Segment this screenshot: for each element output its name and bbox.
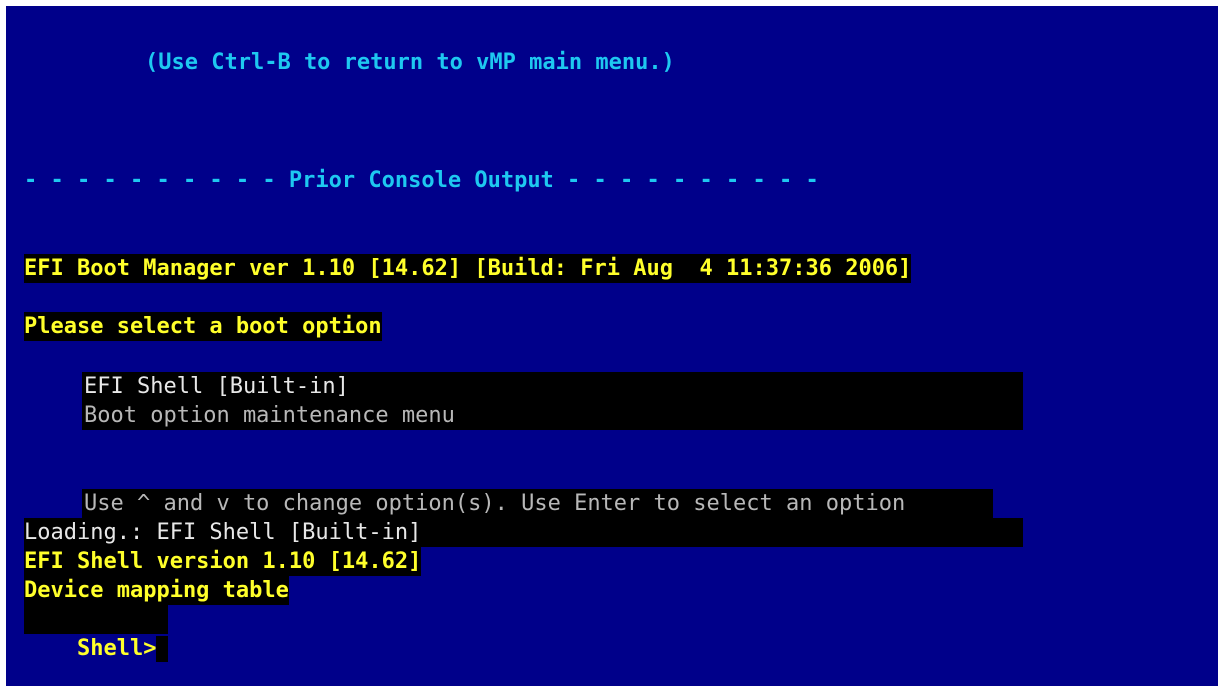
shell-version-line: EFI Shell version 1.10 [14.62] [24, 547, 422, 576]
prior-console-output-divider: - - - - - - - - - - Prior Console Output… [24, 168, 819, 193]
shell-prompt-text: Shell> [76, 636, 157, 661]
select-boot-option-prompt: Please select a boot option [24, 312, 382, 341]
shell-prompt[interactable]: Shell> [24, 605, 169, 662]
device-mapping-line: Device mapping table [24, 576, 289, 605]
boot-option-efi-shell[interactable]: EFI Shell [Built-in] [84, 372, 349, 401]
navigation-instructions: Use ^ and v to change option(s). Use Ent… [84, 491, 906, 516]
ctrl-b-hint: (Use Ctrl-B to return to vMP main menu.) [145, 50, 675, 75]
text-cursor [156, 636, 169, 662]
loading-message: Loading.: EFI Shell [Built-in] [24, 520, 422, 545]
boot-manager-header: EFI Boot Manager ver 1.10 [14.62] [Build… [24, 254, 912, 283]
boot-option-maintenance-menu[interactable]: Boot option maintenance menu [84, 401, 455, 430]
console-screen[interactable]: (Use Ctrl-B to return to vMP main menu.)… [6, 6, 1218, 686]
